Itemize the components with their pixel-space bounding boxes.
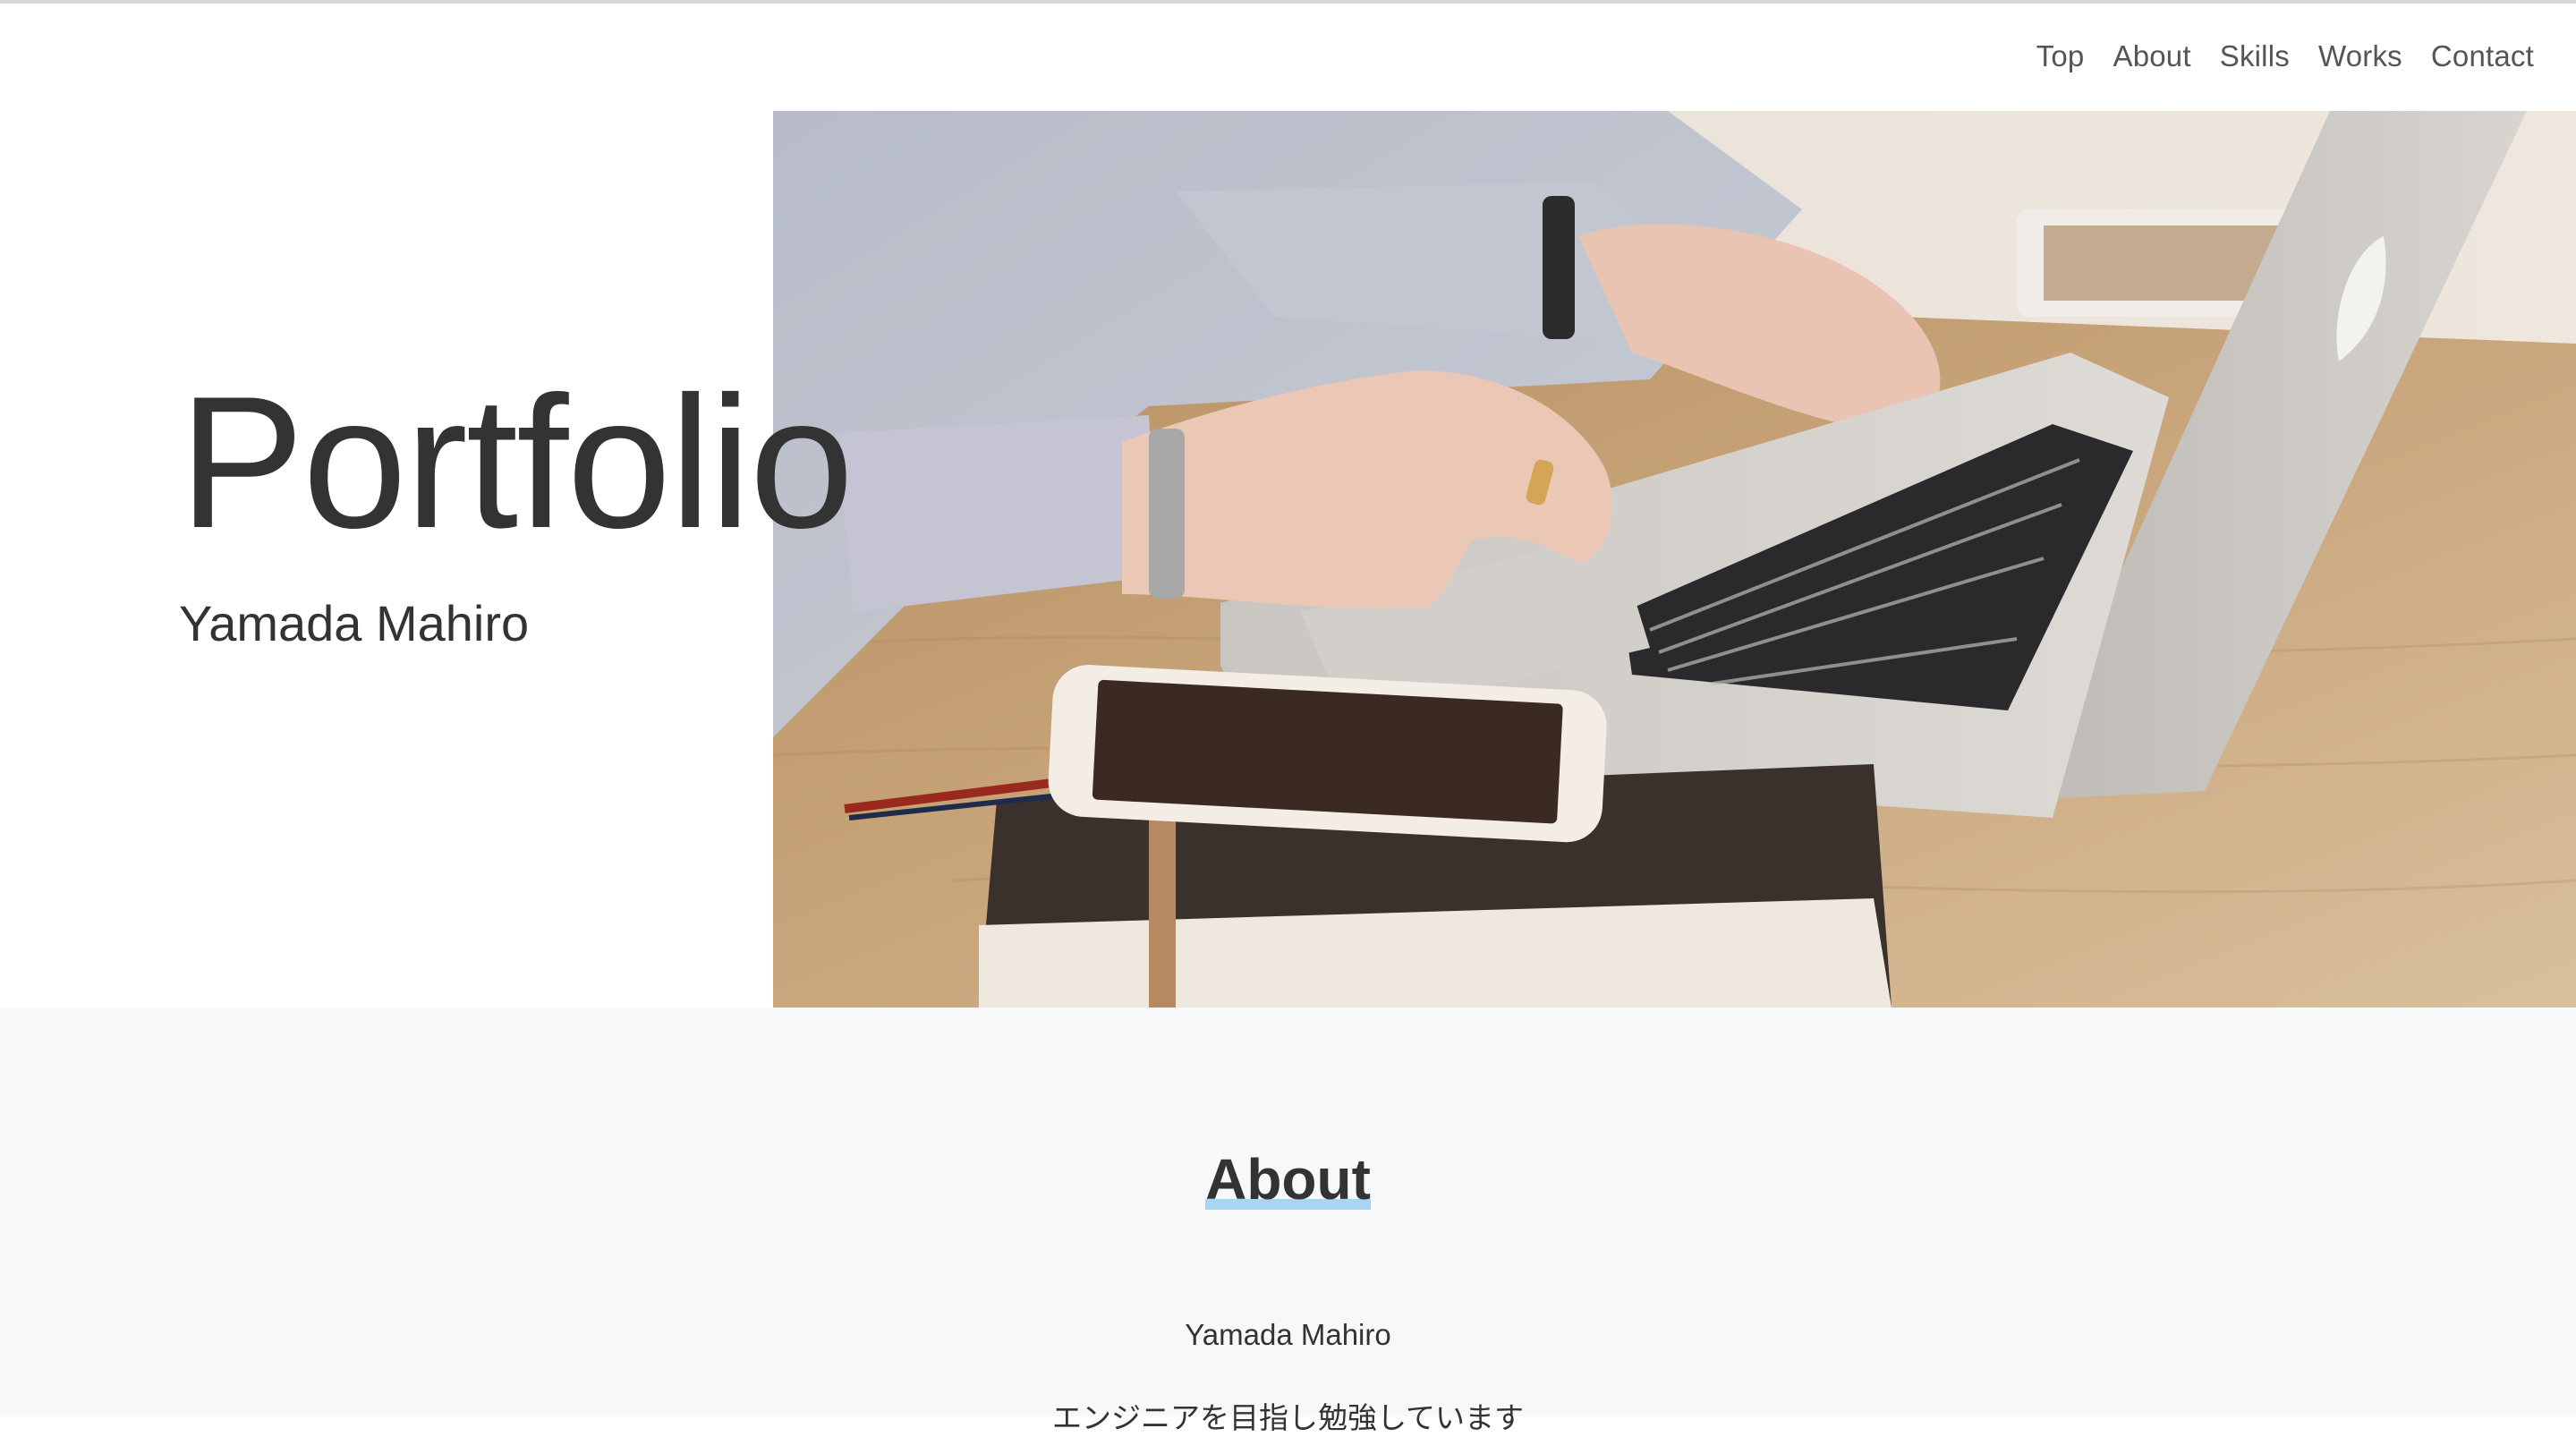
nav-link-about[interactable]: About [2113,39,2190,73]
about-heading: About [0,1151,2576,1210]
nav-link-top[interactable]: Top [2036,39,2085,73]
nav-link-works[interactable]: Works [2318,39,2402,73]
hero-text: Portfolio Yamada Mahiro [179,357,854,652]
nav-link-contact[interactable]: Contact [2431,39,2534,73]
hero-section: Portfolio Yamada Mahiro [0,111,2576,1008]
hero-subtitle-name: Yamada Mahiro [179,595,530,651]
hero-title: Portfolio [179,357,854,567]
about-name: Yamada Mahiro [1185,1318,1391,1351]
site-header: Top About Skills Works Contact [0,4,2576,111]
main-nav: Top About Skills Works Contact [2036,39,2534,73]
nav-link-skills[interactable]: Skills [2220,39,2290,73]
laptop-desk-photo [773,111,2576,1008]
about-section: About Yamada Mahiro エンジニアを目指し勉強しています [0,1008,2576,1434]
hero-image [773,111,2576,1008]
about-heading-text: About [1205,1147,1371,1212]
about-description: エンジニアを目指し勉強しています [1051,1401,1524,1434]
